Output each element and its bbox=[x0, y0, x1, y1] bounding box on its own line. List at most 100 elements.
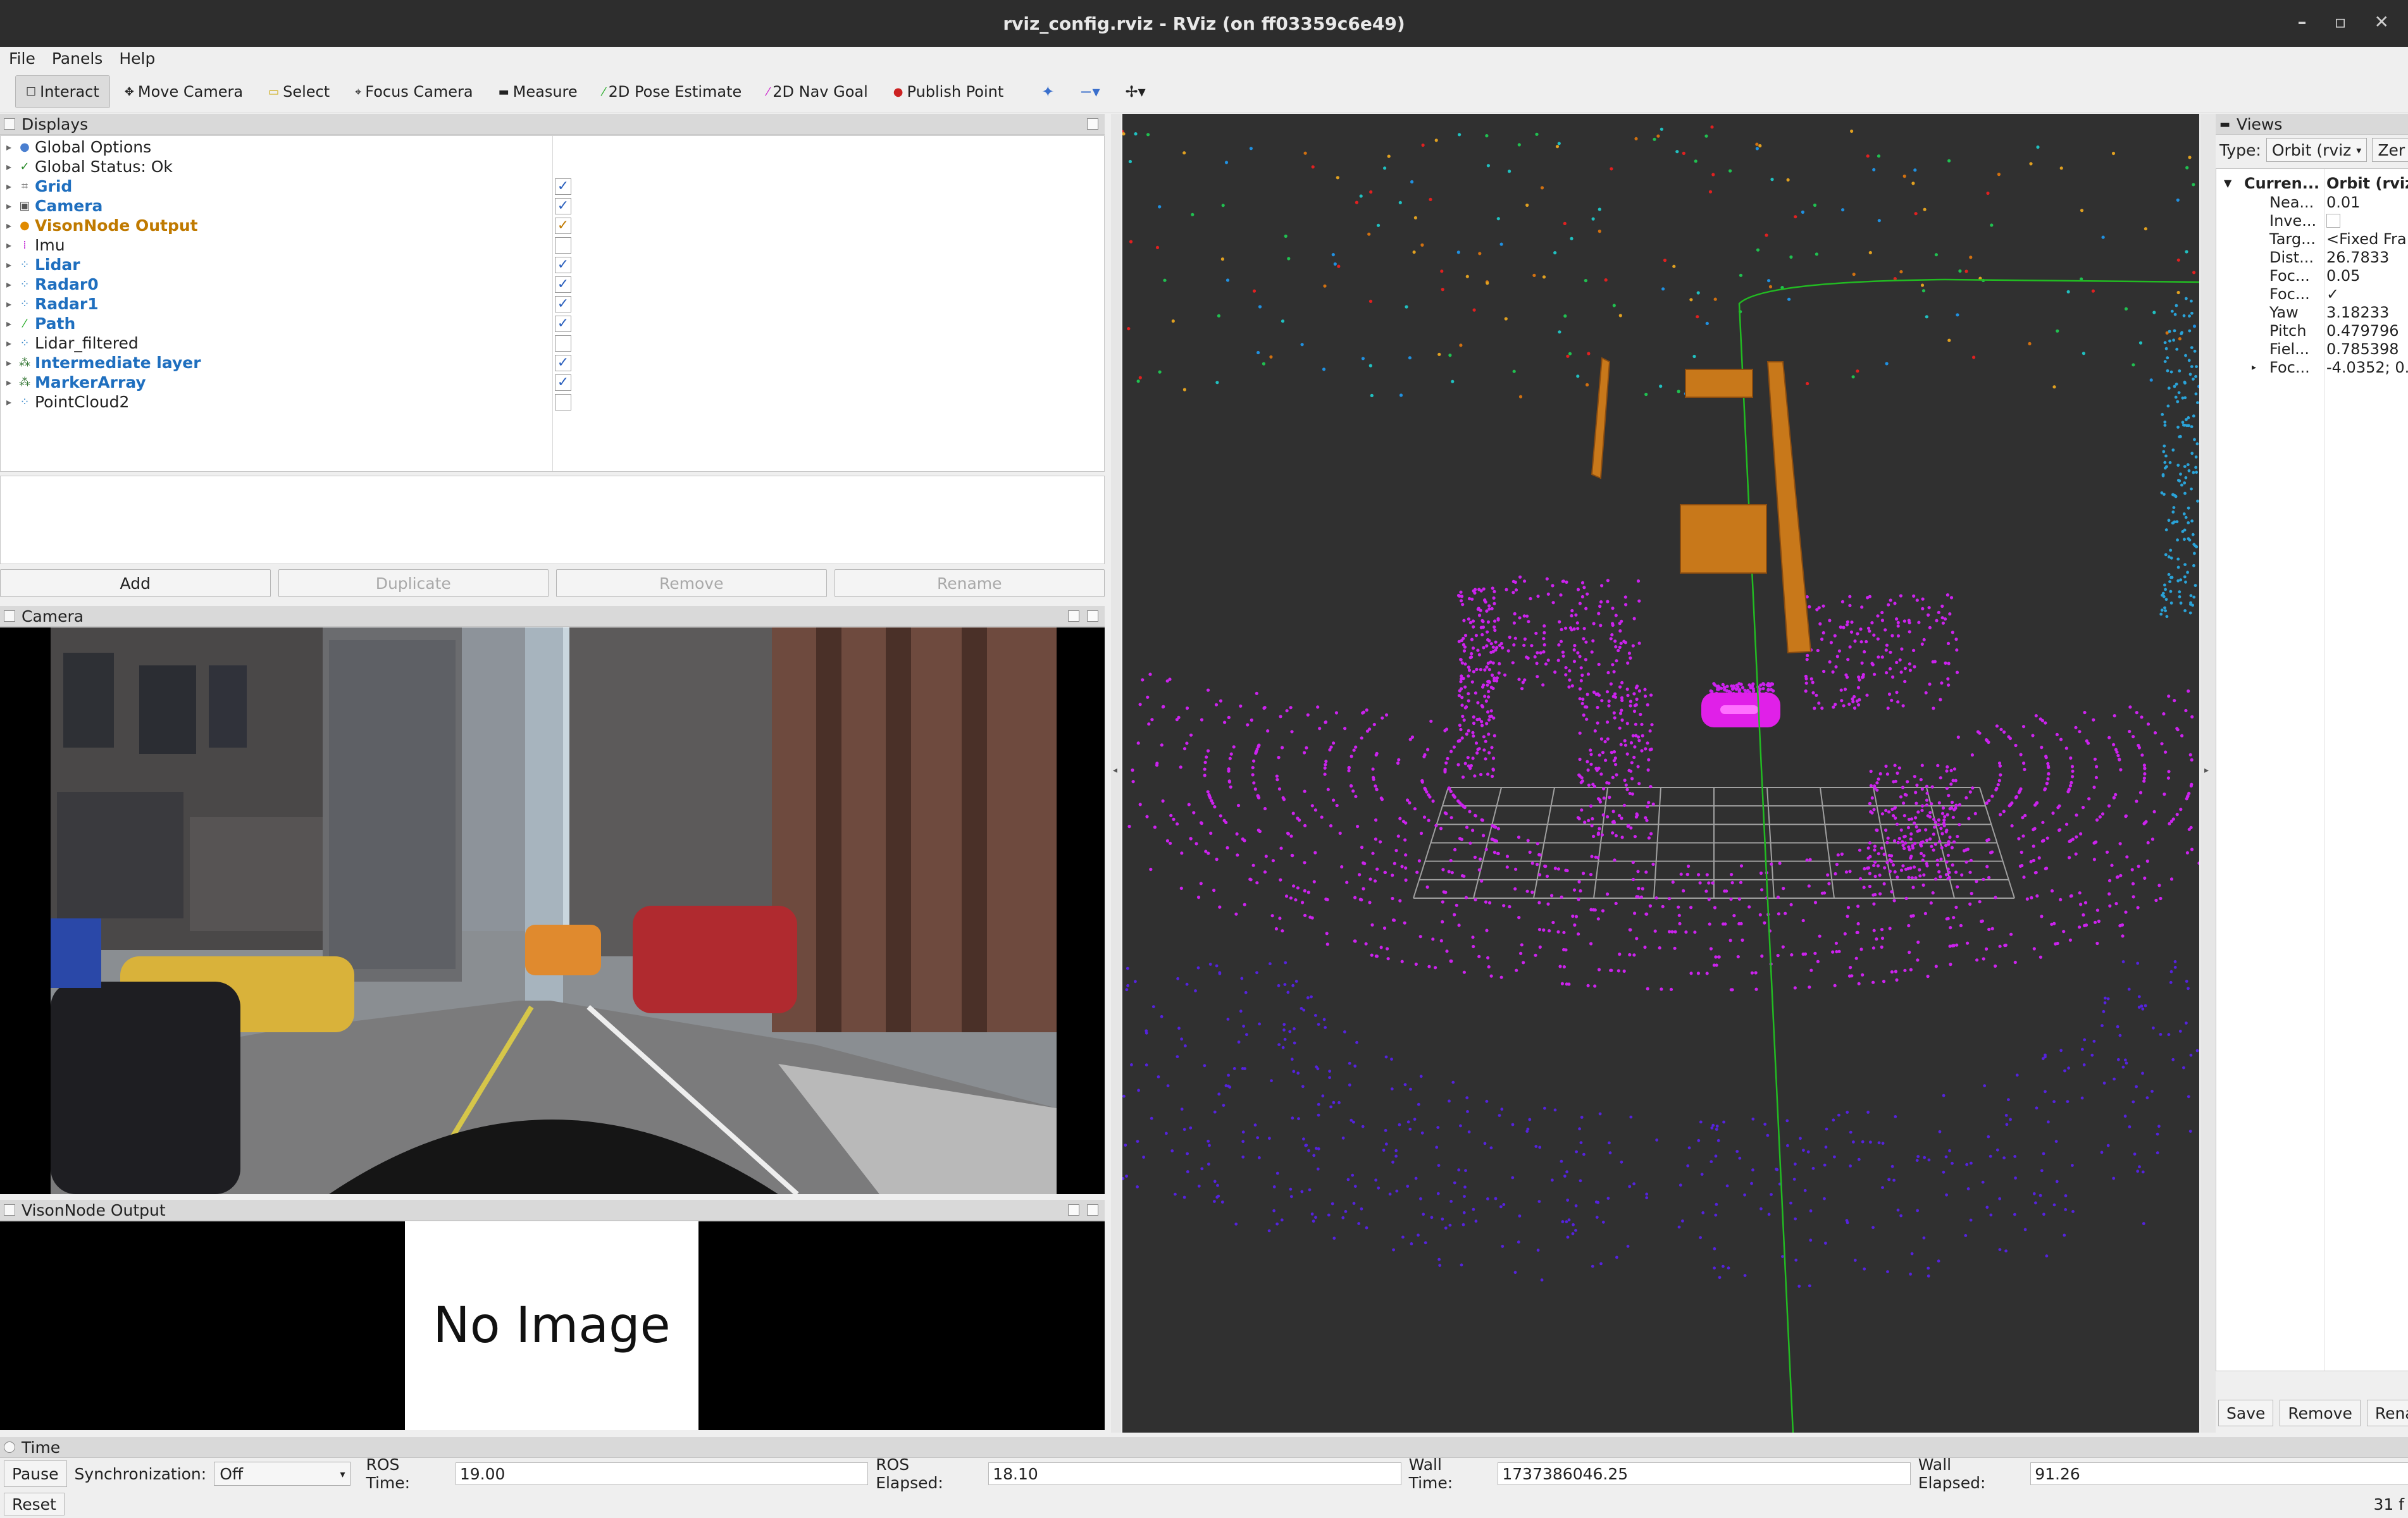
add-button[interactable]: Add bbox=[0, 569, 271, 597]
display-enable-checkbox[interactable]: ✓ bbox=[555, 355, 571, 371]
tool-select[interactable]: ▭ Select bbox=[258, 75, 340, 108]
display-enable-checkbox[interactable]: ✓ bbox=[555, 296, 571, 312]
menu-panels[interactable]: Panels bbox=[52, 49, 102, 68]
render-3d-view[interactable] bbox=[1122, 114, 2199, 1433]
undock-icon[interactable] bbox=[1087, 118, 1098, 130]
display-enable-checkbox[interactable] bbox=[555, 335, 571, 352]
display-item[interactable]: ▸ ● Global Options bbox=[1, 137, 1104, 157]
tool-focus-camera[interactable]: ⌖ Focus Camera bbox=[344, 75, 484, 108]
wall-time-field[interactable]: 1737386046.25 bbox=[1498, 1462, 1911, 1485]
tool-interact[interactable]: ☐ Interact bbox=[15, 75, 110, 108]
current-view-row[interactable]: ▼ Curren... Orbit (rviz bbox=[2216, 174, 2408, 192]
expand-arrow-icon[interactable]: ▸ bbox=[1, 141, 17, 153]
expand-arrow-icon[interactable]: ▸ bbox=[1, 259, 17, 271]
display-item[interactable]: ▸ ⁘ Lidar ✓ bbox=[1, 255, 1104, 275]
expand-arrow-icon[interactable]: ▸ bbox=[1, 219, 17, 231]
panel-menu-icon[interactable] bbox=[4, 118, 15, 130]
display-item[interactable]: ▸ ● VisonNode Output ✓ bbox=[1, 216, 1104, 235]
undock-icon[interactable] bbox=[1068, 610, 1079, 622]
expand-arrow-icon[interactable]: ▸ bbox=[1, 239, 17, 251]
panel-menu-icon[interactable] bbox=[4, 1204, 15, 1216]
view-property-row[interactable]: Foc... ✓ bbox=[2216, 285, 2408, 303]
close-panel-icon[interactable] bbox=[1087, 610, 1098, 622]
display-enable-checkbox[interactable]: ✓ bbox=[555, 316, 571, 332]
remove-view-button[interactable]: Remove bbox=[2280, 1400, 2361, 1426]
view-property-row[interactable]: Targ... <Fixed Fra bbox=[2216, 230, 2408, 248]
view-property-row[interactable]: Inve... bbox=[2216, 211, 2408, 230]
tool-2d-nav-goal[interactable]: ⁄ 2D Nav Goal bbox=[756, 75, 879, 108]
undock-icon[interactable] bbox=[1068, 1204, 1079, 1216]
display-item[interactable]: ▸ ⁂ MarkerArray ✓ bbox=[1, 373, 1104, 392]
display-item[interactable]: ▸ ⁘ Radar0 ✓ bbox=[1, 275, 1104, 294]
view-property-row[interactable]: Fiel... 0.785398 bbox=[2216, 340, 2408, 358]
sync-select[interactable]: Off ▾ bbox=[214, 1462, 351, 1486]
view-property-row[interactable]: Dist... 26.7833 bbox=[2216, 248, 2408, 266]
display-item[interactable]: ▸ ⌗ Grid ✓ bbox=[1, 176, 1104, 196]
tool-measure[interactable]: ▬ Measure bbox=[488, 75, 588, 108]
expand-arrow-icon[interactable]: ▸ bbox=[1, 376, 17, 388]
view-type-select[interactable]: Orbit (rviz ▾ bbox=[2266, 138, 2368, 162]
display-enable-checkbox[interactable] bbox=[555, 394, 571, 410]
tool-publish-point[interactable]: ● Publish Point bbox=[883, 75, 1014, 108]
expand-arrow-icon[interactable]: ▸ bbox=[1, 161, 17, 173]
wall-elapsed-field[interactable]: 91.26 bbox=[2030, 1462, 2408, 1485]
radar-point bbox=[1998, 1248, 2002, 1251]
minimize-icon[interactable]: – bbox=[2298, 11, 2307, 32]
add-tool-button[interactable]: ✦ bbox=[1031, 75, 1065, 108]
duplicate-button[interactable]: Duplicate bbox=[278, 569, 549, 597]
display-item[interactable]: ▸ ⁘ PointCloud2 bbox=[1, 392, 1104, 412]
expand-arrow-icon[interactable]: ▸ bbox=[1, 396, 17, 408]
remove-button[interactable]: Remove bbox=[556, 569, 827, 597]
expand-arrow-icon[interactable]: ▸ bbox=[1, 180, 17, 192]
menu-help[interactable]: Help bbox=[119, 49, 155, 68]
display-enable-checkbox[interactable]: ✓ bbox=[555, 257, 571, 273]
rename-view-button[interactable]: Renan bbox=[2366, 1400, 2408, 1426]
panel-menu-icon[interactable] bbox=[4, 1441, 15, 1453]
expand-arrow-icon[interactable]: ▸ bbox=[1, 337, 17, 349]
reset-button[interactable]: Reset bbox=[4, 1493, 65, 1515]
tool-2d-pose-estimate[interactable]: ⁄ 2D Pose Estimate bbox=[592, 75, 753, 108]
display-item[interactable]: ▸ ⁞ Imu bbox=[1, 235, 1104, 255]
right-splitter[interactable]: ▸ bbox=[2200, 114, 2216, 1433]
display-enable-checkbox[interactable]: ✓ bbox=[555, 218, 571, 234]
display-item[interactable]: ▸ ⁂ Intermediate layer ✓ bbox=[1, 353, 1104, 373]
close-panel-icon[interactable] bbox=[1087, 1204, 1098, 1216]
expand-arrow-icon[interactable]: ▸ bbox=[1, 318, 17, 330]
menu-file[interactable]: File bbox=[9, 49, 35, 68]
display-enable-checkbox[interactable]: ✓ bbox=[555, 198, 571, 214]
view-property-row[interactable]: Foc... 0.05 bbox=[2216, 266, 2408, 285]
tool-properties-button[interactable]: ✢▾ bbox=[1115, 75, 1157, 108]
expand-arrow-icon[interactable]: ▸ bbox=[2252, 362, 2256, 373]
expand-arrow-icon[interactable]: ▸ bbox=[1, 278, 17, 290]
display-enable-checkbox[interactable] bbox=[555, 237, 571, 254]
maximize-icon[interactable]: ▫ bbox=[2335, 11, 2347, 32]
view-property-row[interactable]: ▸ Foc... -4.0352; 0. bbox=[2216, 358, 2408, 376]
ros-time-field[interactable]: 19.00 bbox=[455, 1462, 869, 1485]
display-item[interactable]: ▸ ⁘ Lidar_filtered bbox=[1, 333, 1104, 353]
pause-button[interactable]: Pause bbox=[4, 1460, 67, 1487]
display-enable-checkbox[interactable]: ✓ bbox=[555, 276, 571, 293]
expand-arrow-icon[interactable]: ▸ bbox=[1, 298, 17, 310]
display-enable-checkbox[interactable]: ✓ bbox=[555, 178, 571, 195]
left-splitter[interactable]: ◂ bbox=[1111, 114, 1121, 1433]
display-enable-checkbox[interactable]: ✓ bbox=[555, 374, 571, 391]
display-item[interactable]: ▸ ⁘ Radar1 ✓ bbox=[1, 294, 1104, 314]
view-property-row[interactable]: Nea... 0.01 bbox=[2216, 193, 2408, 211]
display-item[interactable]: ▸ ✓ Global Status: Ok bbox=[1, 157, 1104, 176]
tool-move-camera[interactable]: ✥ Move Camera bbox=[114, 75, 254, 108]
expand-arrow-icon[interactable]: ▸ bbox=[1, 357, 17, 369]
view-property-row[interactable]: Yaw 3.18233 bbox=[2216, 303, 2408, 321]
expand-arrow-icon[interactable]: ▸ bbox=[1, 200, 17, 212]
panel-menu-icon[interactable] bbox=[4, 610, 15, 622]
close-icon[interactable]: ✕ bbox=[2374, 11, 2389, 32]
rename-button[interactable]: Rename bbox=[834, 569, 1105, 597]
display-item[interactable]: ▸ ⁄ Path ✓ bbox=[1, 314, 1104, 333]
view-property-row[interactable]: Pitch 0.479796 bbox=[2216, 321, 2408, 340]
marker-icon: ⁂ bbox=[19, 376, 30, 389]
scene-svg[interactable] bbox=[1122, 114, 2199, 1433]
remove-tool-button[interactable]: −▾ bbox=[1069, 75, 1110, 108]
save-view-button[interactable]: Save bbox=[2218, 1400, 2274, 1426]
ros-elapsed-field[interactable]: 18.10 bbox=[988, 1462, 1401, 1485]
zero-button[interactable]: Zer bbox=[2372, 138, 2408, 162]
display-item[interactable]: ▸ ▣ Camera ✓ bbox=[1, 196, 1104, 216]
